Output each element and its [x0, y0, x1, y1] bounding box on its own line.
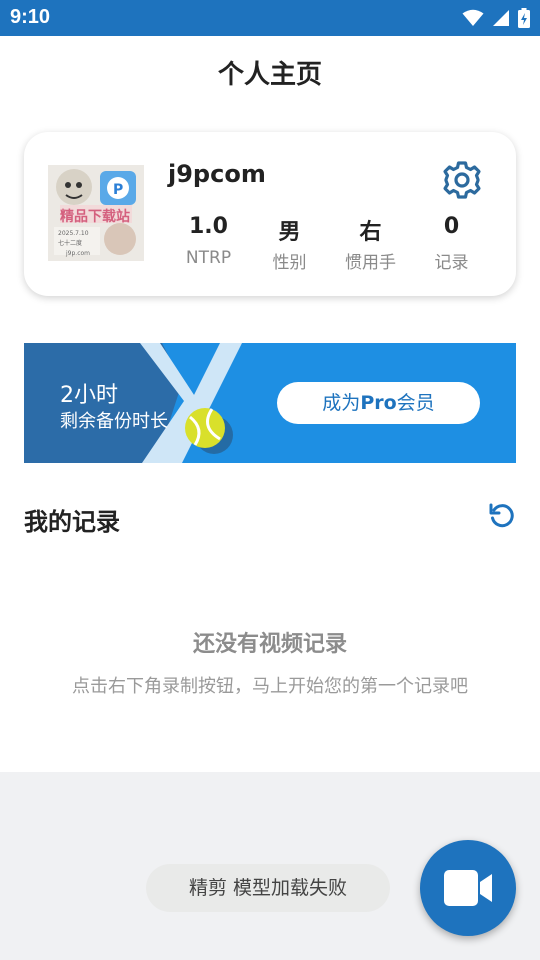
stat-ntrp: 1.0 NTRP — [168, 214, 249, 273]
stat-label: 记录 — [434, 253, 469, 273]
stat-label: NTRP — [185, 248, 232, 268]
battery-icon — [518, 8, 530, 28]
settings-button[interactable] — [440, 158, 484, 202]
cell-signal-icon — [493, 10, 509, 26]
svg-text:七十二度: 七十二度 — [58, 239, 82, 247]
stat-value: 右 — [359, 220, 382, 245]
backup-subtitle: 剩余备份时长 — [60, 411, 168, 432]
backup-hours: 2小时 — [60, 383, 118, 408]
records-header: 我的记录 — [24, 500, 516, 540]
toast-message: 精剪 模型加载失败 — [146, 864, 390, 912]
stat-value: 0 — [443, 214, 460, 239]
stat-handedness: 右 惯用手 — [330, 214, 411, 273]
status-bar: 9:10 — [0, 0, 540, 36]
stat-label: 性别 — [272, 253, 307, 273]
page-title: 个人主页 — [217, 60, 322, 90]
video-camera-icon — [444, 870, 492, 906]
become-pro-button[interactable]: 成为Pro会员 — [277, 382, 480, 424]
status-time: 9:10 — [10, 6, 51, 28]
gear-icon — [443, 161, 481, 199]
pro-button-bold: Pro — [360, 392, 397, 414]
status-icons — [462, 8, 530, 28]
wifi-icon — [462, 9, 484, 26]
records-title: 我的记录 — [24, 508, 120, 536]
empty-state-subtitle: 点击右下角录制按钮，马上开始您的第一个记录吧 — [72, 676, 468, 697]
stat-gender: 男 性别 — [249, 214, 330, 273]
svg-text:j9p.com: j9p.com — [65, 250, 90, 257]
avatar[interactable]: P 2025.7.10 七十二度 j9p.com 精品下载站 — [48, 165, 144, 261]
pro-button-suffix: 会员 — [396, 392, 435, 414]
stat-label: 惯用手 — [345, 253, 396, 273]
pro-button-prefix: 成为 — [322, 392, 361, 414]
profile-stats: 1.0 NTRP 男 性别 右 惯用手 0 记录 — [168, 214, 492, 273]
svg-text:P: P — [113, 182, 123, 198]
stat-records[interactable]: 0 记录 — [411, 214, 492, 273]
stat-value: 男 — [278, 220, 301, 245]
stat-value: 1.0 — [189, 214, 228, 239]
profile-card: P 2025.7.10 七十二度 j9p.com 精品下载站 j9pcom 1.… — [24, 132, 516, 296]
username: j9pcom — [168, 160, 266, 188]
record-video-button[interactable] — [420, 840, 516, 936]
svg-text:2025.7.10: 2025.7.10 — [58, 230, 89, 237]
empty-state-title: 还没有视频记录 — [192, 632, 347, 657]
refresh-icon — [489, 503, 514, 528]
refresh-button[interactable] — [488, 502, 516, 530]
pro-banner[interactable]: 2小时 剩余备份时长 成为Pro会员 — [24, 343, 516, 463]
avatar-caption: 精品下载站 — [60, 209, 130, 225]
app-header: 个人主页 — [0, 36, 540, 108]
